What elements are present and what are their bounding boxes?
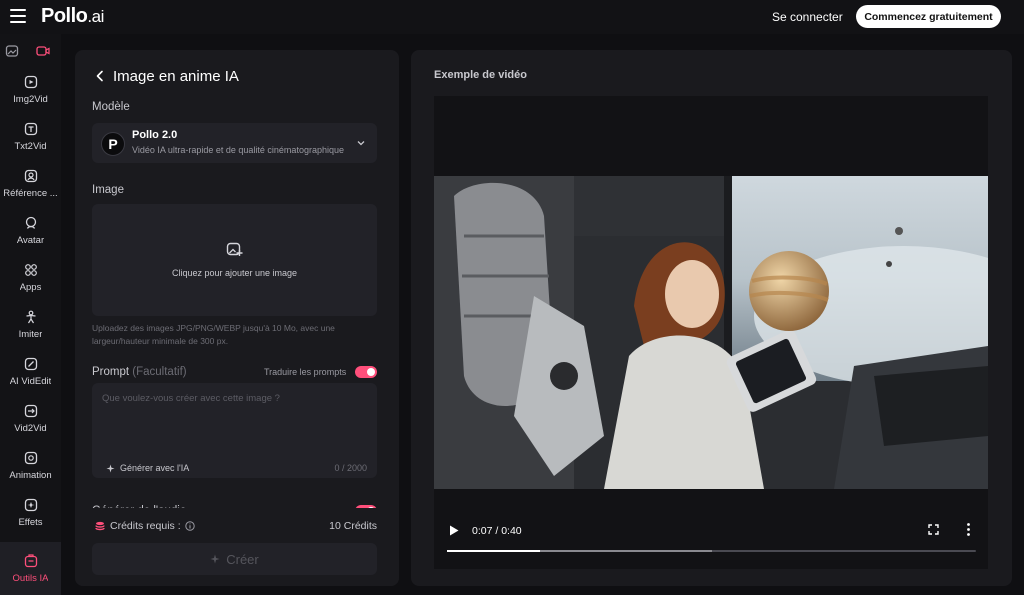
- more-options-icon[interactable]: [967, 523, 970, 536]
- prompt-placeholder: Que voulez-vous créer avec cette image ?: [102, 393, 280, 404]
- rail-item-vid2vid[interactable]: Vid2Vid: [0, 395, 61, 442]
- left-rail: Img2Vid Txt2Vid Référence ... Avatar App…: [0, 34, 61, 595]
- generate-with-ai-button[interactable]: Générer avec l'IA: [106, 463, 189, 473]
- fullscreen-icon[interactable]: [928, 524, 939, 535]
- rail-item-avatar[interactable]: Avatar: [0, 207, 61, 254]
- upload-text: Cliquez pour ajouter une image: [171, 268, 298, 278]
- image-upload-icon: [226, 242, 243, 256]
- model-selector[interactable]: P Pollo 2.0 Vidéo IA ultra-rapide et de …: [92, 123, 377, 163]
- video-controls: 0:07 / 0:40: [434, 489, 988, 569]
- rail-item-ai-tools[interactable]: Outils IA: [0, 542, 61, 595]
- model-name: Pollo 2.0: [132, 129, 178, 141]
- video-edit-icon: [24, 357, 37, 370]
- preview-title: Exemple de vidéo: [434, 69, 527, 81]
- model-label: Modèle: [92, 101, 130, 113]
- panel-footer: Crédits requis : 10 Crédits Créer: [75, 508, 399, 586]
- back-chevron-icon[interactable]: [95, 70, 105, 82]
- rail-item-reference[interactable]: Référence ...: [0, 160, 61, 207]
- generation-panel: Image en anime IA Modèle P Pollo 2.0 Vid…: [75, 50, 399, 586]
- translate-prompts-toggle[interactable]: [355, 366, 377, 378]
- image-upload-area[interactable]: Cliquez pour ajouter une image: [92, 204, 377, 316]
- video-progress-bar[interactable]: [447, 550, 976, 552]
- prompt-label: Prompt (Facultatif): [92, 366, 187, 378]
- upload-hint: Uploadez des images JPG/PNG/WEBP jusqu'à…: [92, 323, 335, 346]
- image-label: Image: [92, 184, 124, 196]
- reference-icon: [24, 169, 37, 182]
- top-header: Pollo.ai Se connecter Commencez gratuite…: [0, 0, 1024, 34]
- sparkle-icon: [210, 554, 220, 564]
- chevron-down-icon: [357, 141, 365, 146]
- played-bar: [447, 550, 540, 552]
- play-icon[interactable]: [449, 525, 459, 536]
- effects-icon: [24, 498, 37, 511]
- prompt-input[interactable]: Que voulez-vous créer avec cette image ?…: [92, 383, 377, 478]
- preview-panel: Exemple de vidéo 0:07 / 0:40: [411, 50, 1012, 586]
- apps-icon: [24, 263, 37, 276]
- rail-item-img2vid[interactable]: Img2Vid: [0, 66, 61, 113]
- rail-item-apps[interactable]: Apps: [0, 254, 61, 301]
- panel-title: Image en anime IA: [113, 68, 239, 85]
- char-count: 0 / 2000: [334, 463, 367, 473]
- text-to-video-icon: [24, 122, 37, 135]
- menu-icon[interactable]: [10, 9, 26, 23]
- pollo-logo-icon: P: [101, 132, 125, 156]
- avatar-icon: [25, 216, 36, 229]
- rail-item-imitate[interactable]: Imiter: [0, 301, 61, 348]
- ai-tools-icon: [24, 553, 37, 567]
- logo[interactable]: Pollo.ai: [41, 5, 104, 28]
- imitate-icon: [25, 310, 36, 323]
- sparkle-icon: [106, 464, 115, 472]
- video-frame-image: [434, 176, 988, 489]
- info-icon[interactable]: [184, 521, 195, 531]
- video-mode-icon[interactable]: [36, 44, 50, 58]
- image-to-video-icon: [24, 75, 37, 88]
- video-time: 0:07 / 0:40: [472, 525, 522, 537]
- translate-prompts-label: Traduire les prompts: [264, 367, 347, 377]
- signin-link[interactable]: Se connecter: [772, 10, 843, 24]
- image-mode-icon[interactable]: [5, 44, 19, 58]
- rail-item-animation[interactable]: Animation: [0, 442, 61, 489]
- model-description: Vidéo IA ultra-rapide et de qualité ciné…: [132, 145, 344, 155]
- rail-item-effects[interactable]: Effets: [0, 489, 61, 536]
- rail-item-ai-videdit[interactable]: AI VidEdit: [0, 348, 61, 395]
- credits-value: 10 Crédits: [329, 520, 377, 532]
- rail-item-txt2vid[interactable]: Txt2Vid: [0, 113, 61, 160]
- video-to-video-icon: [24, 404, 37, 417]
- create-button[interactable]: Créer: [92, 543, 377, 575]
- credits-icon: [95, 521, 105, 531]
- animation-icon: [24, 451, 37, 464]
- credits-required: Crédits requis :: [95, 520, 195, 532]
- video-player[interactable]: 0:07 / 0:40: [434, 96, 988, 569]
- start-free-button[interactable]: Commencez gratuitement: [856, 5, 1001, 28]
- rail-top-switch: [0, 40, 61, 64]
